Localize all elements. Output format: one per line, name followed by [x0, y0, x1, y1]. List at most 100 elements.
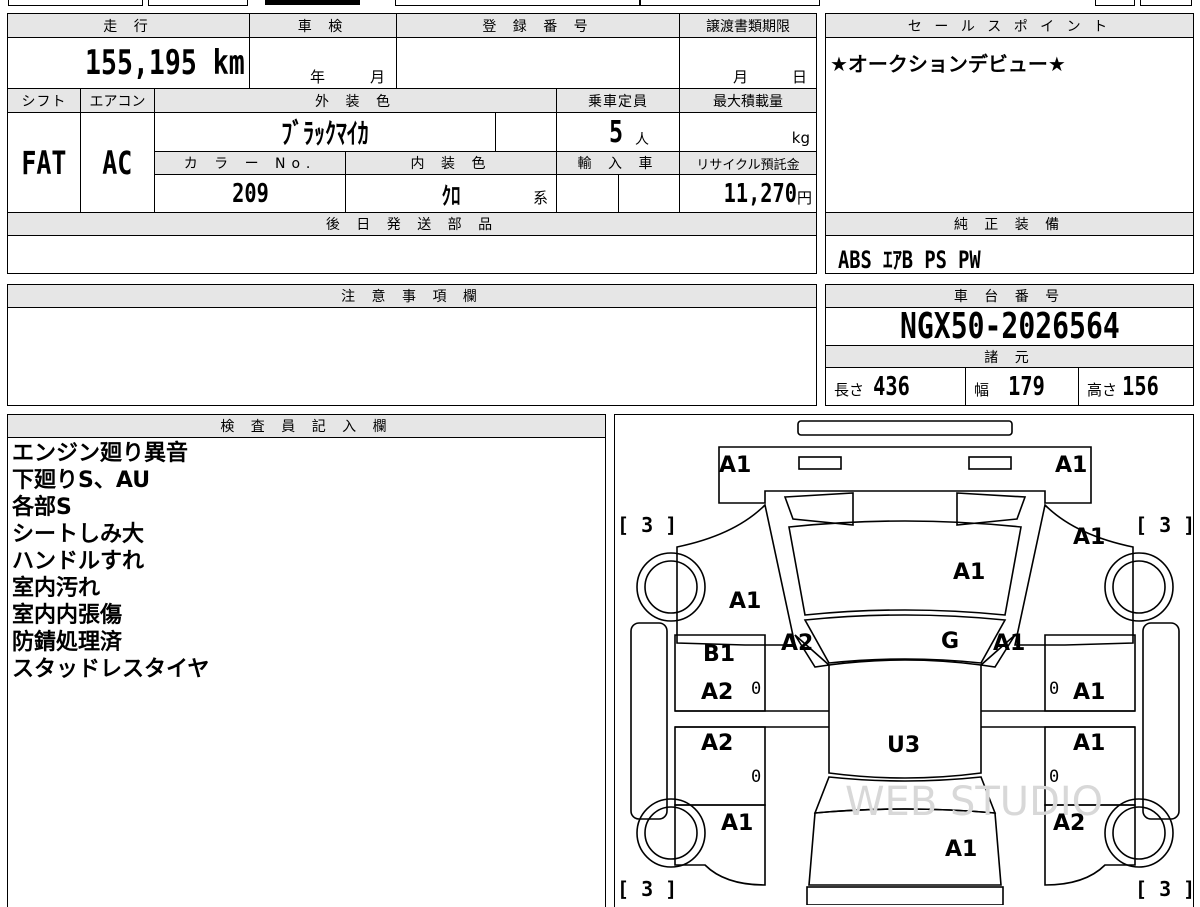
inspector-note: 室内汚れ: [12, 576, 101, 601]
shift-value-cell: FAT: [7, 112, 81, 213]
tire-mark-rl: [ 3 ]: [617, 877, 678, 901]
inspection-year-unit: 年: [310, 68, 326, 86]
tire-mark-fr: [ 3 ]: [1135, 513, 1194, 537]
specs-width-label: 幅: [974, 381, 990, 399]
caution-header: 注 意 事 項 欄: [7, 284, 817, 308]
interior-color-suffix: 系: [532, 189, 548, 207]
tire-fl-inner-shape: [644, 560, 698, 614]
windshield-shape: [803, 614, 1007, 664]
label-rear-left: A1: [721, 811, 754, 836]
aircon-header: エアコン: [80, 88, 155, 113]
transfer-value-cell: 月 日: [679, 37, 817, 89]
exterior-color-value: ﾌﾞﾗｯｸﾏｲｶ: [281, 117, 369, 150]
front-bumper-shape: [718, 446, 1092, 504]
inspection-value-cell: 年 月: [249, 37, 397, 89]
later-parts-header: 後 日 発 送 部 品: [7, 212, 817, 236]
recycle-unit: 円: [796, 189, 812, 207]
inspector-note: 室内内張傷: [12, 603, 123, 628]
headlight-right-shape: [968, 456, 1012, 470]
capacity-value: 5: [608, 114, 624, 150]
inspector-note: 下廻りS、AU: [12, 468, 151, 493]
interior-color-value-cell: ｸﾛ 系: [345, 174, 557, 213]
color-no-header: カ ラ ー No.: [154, 151, 346, 175]
shift-header: シフト: [7, 88, 81, 113]
door-fl-zero: 0: [751, 679, 762, 699]
label-fender-right: A1: [1073, 525, 1106, 550]
shift-value: FAT: [21, 143, 67, 182]
specs-length-value: 436: [873, 371, 910, 402]
label-door-fr: A1: [1073, 680, 1106, 705]
color-no-value-cell: 209: [154, 174, 346, 213]
color-no-value: 209: [231, 178, 269, 209]
import-header: 輸 入 車: [556, 151, 680, 175]
exterior-color-header: 外 装 色: [154, 88, 557, 113]
label-rear-right: A2: [1053, 811, 1086, 836]
inspector-note: シートしみ大: [12, 522, 145, 547]
inspector-notes: エンジン廻り異音 下廻りS、AU 各部S シートしみ大 ハンドルすれ 室内汚れ …: [12, 440, 209, 683]
label-door-rl: A2: [701, 731, 734, 756]
label-front-left: A1: [719, 453, 752, 478]
specs-header: 諸 元: [825, 345, 1194, 368]
label-pillar-left: A2: [781, 631, 814, 656]
sill-left-shape: [675, 710, 829, 728]
inspection-header: 車 検: [249, 13, 397, 38]
mileage-value: 155,195 km: [85, 43, 245, 83]
rear-bumper-shape: [806, 886, 1004, 905]
genuine-body: ABS ｴｱB PS PW: [825, 235, 1194, 274]
front-plate-shape: [797, 420, 1013, 436]
inspection-month-unit: 月: [370, 68, 386, 86]
inspector-note: ハンドルすれ: [12, 549, 145, 574]
label-roof: U3: [887, 733, 921, 758]
transfer-day-unit: 日: [792, 68, 808, 86]
car-diagram-panel: WEB STUDIO [ 3 ] [ 3 ] [ 3 ] [ 3 ] A1 A1…: [614, 414, 1194, 907]
max-load-header: 最大積載量: [679, 88, 817, 113]
specs-width-value: 179: [1008, 371, 1045, 402]
import-value-cell-left: [556, 174, 619, 213]
exterior-color-value-cell: ﾌﾞﾗｯｸﾏｲｶ: [154, 112, 496, 152]
tire-fl-outer-shape: [636, 552, 706, 622]
genuine-text: ABS ｴｱB PS PW: [838, 246, 981, 274]
capacity-header: 乗車定員: [556, 88, 680, 113]
tire-fr-outer-shape: [1104, 552, 1174, 622]
tire-mark-rr: [ 3 ]: [1135, 877, 1194, 901]
inspector-note: スタッドレスタイヤ: [12, 657, 210, 682]
inspector-note: 防錆処理済: [12, 630, 123, 655]
max-load-value-cell: kg: [679, 112, 817, 152]
sales-point-header: セ ー ル ス ポ イ ン ト: [825, 13, 1194, 38]
door-fr-zero: 0: [1049, 679, 1060, 699]
tire-mark-fl: [ 3 ]: [617, 513, 678, 537]
mileage-header: 走 行: [7, 13, 250, 38]
chassis-header: 車 台 番 号: [825, 284, 1194, 308]
sales-point-body: ★オークションデビュー★: [825, 37, 1194, 213]
recycle-value: 11,270: [723, 178, 797, 209]
specs-length-label: 長さ: [834, 381, 865, 399]
specs-width-cell: 幅 179: [965, 367, 1079, 406]
label-door-fl-1: B1: [703, 642, 736, 667]
registration-value-cell: [396, 37, 680, 89]
tire-rr-inner-shape: [1112, 806, 1166, 860]
grille-left-shape: [783, 492, 854, 526]
door-rr-zero: 0: [1049, 767, 1060, 787]
label-door-rr: A1: [1073, 731, 1106, 756]
genuine-header: 純 正 装 備: [825, 212, 1194, 236]
recycle-value-cell: 11,270 円: [679, 174, 817, 213]
tire-fr-inner-shape: [1112, 560, 1166, 614]
interior-color-header: 内 装 色: [345, 151, 557, 175]
label-pillar-right: A1: [993, 631, 1026, 656]
import-value-cell-right: [618, 174, 680, 213]
specs-height-cell: 高さ 156: [1078, 367, 1194, 406]
tire-rr-outer-shape: [1104, 798, 1174, 868]
caution-body: [7, 307, 817, 406]
label-hood: A1: [953, 560, 986, 585]
transfer-month-unit: 月: [733, 68, 749, 86]
mileage-value-cell: 155,195 km: [7, 37, 250, 89]
label-door-fl-2: A2: [701, 680, 734, 705]
inspector-header: 検 査 員 記 入 欄: [7, 414, 606, 438]
recycle-header: リサイクル預託金: [679, 151, 817, 175]
label-front-right: A1: [1055, 453, 1088, 478]
inspector-note: 各部S: [12, 495, 72, 520]
sales-point-text: ★オークションデビュー★: [830, 52, 1066, 76]
capacity-unit: 人: [635, 132, 650, 148]
specs-height-label: 高さ: [1087, 381, 1118, 399]
specs-height-value: 156: [1122, 371, 1159, 402]
